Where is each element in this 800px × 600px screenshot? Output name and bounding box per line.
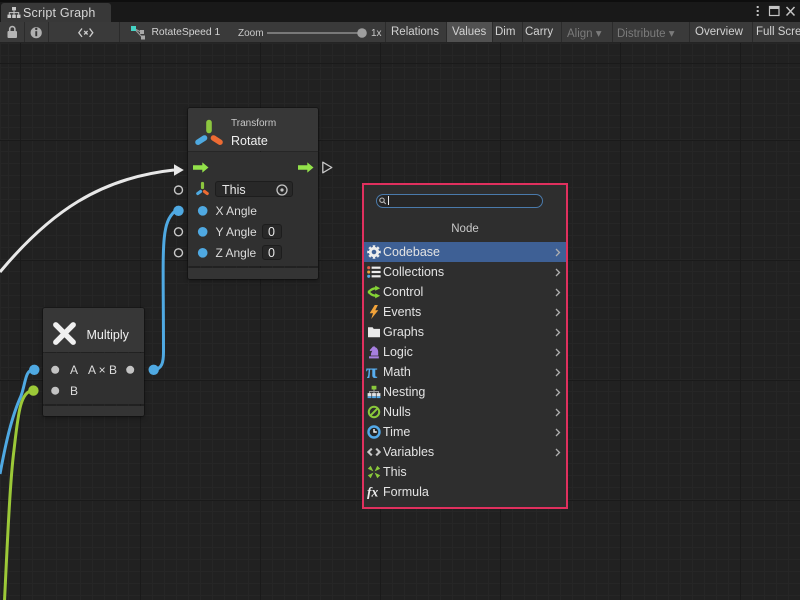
svg-text:fx: fx <box>367 485 378 499</box>
svg-text:π: π <box>365 359 377 383</box>
